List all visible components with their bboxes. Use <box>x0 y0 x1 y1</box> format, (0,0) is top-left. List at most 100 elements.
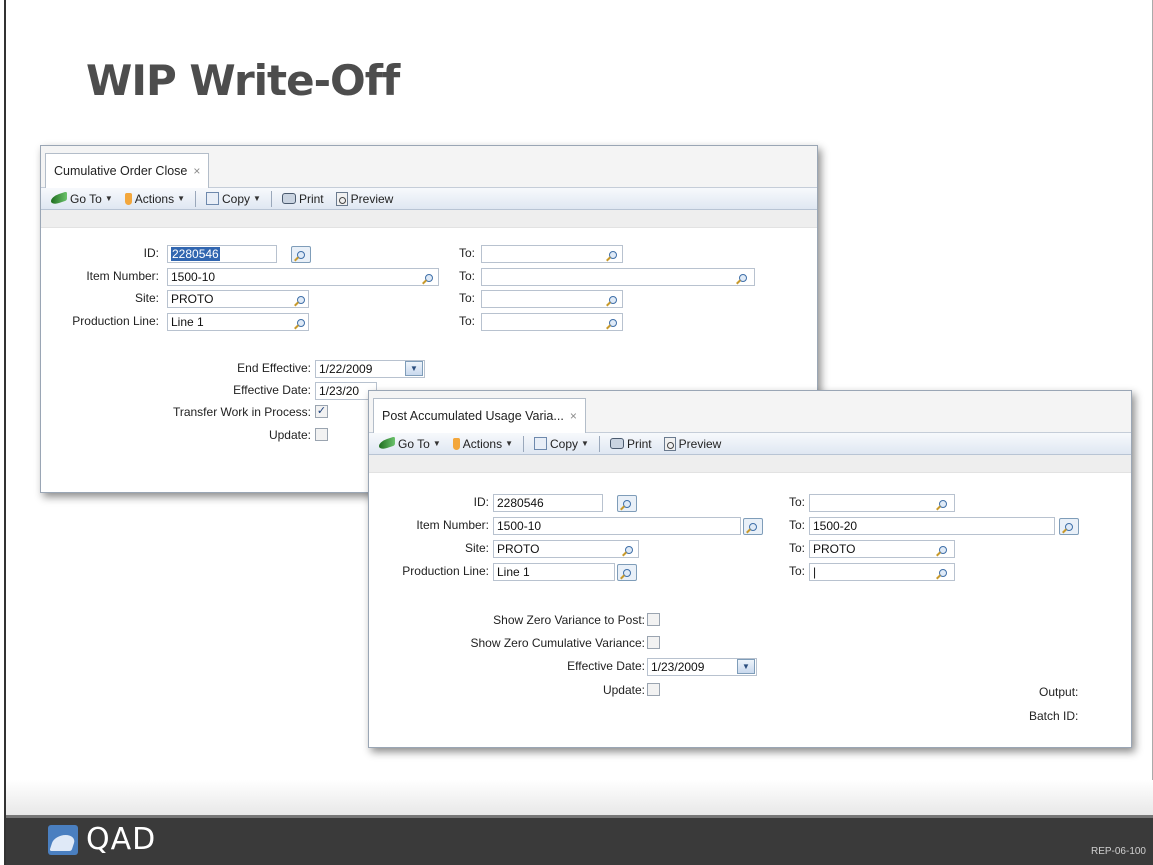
actions-button[interactable]: Actions ▼ <box>121 192 189 206</box>
search-icon <box>625 545 633 554</box>
preview-button[interactable]: Preview <box>660 436 726 451</box>
line-lookup-button[interactable] <box>617 564 637 581</box>
close-icon[interactable]: × <box>193 164 200 178</box>
actions-button[interactable]: Actions ▼ <box>449 437 517 451</box>
site-to-field[interactable] <box>481 290 623 308</box>
batch-id-label: Batch ID: <box>1029 709 1079 723</box>
production-line-field[interactable]: Line 1 <box>167 313 309 331</box>
tab-cumulative-order-close[interactable]: Cumulative Order Close × <box>45 153 210 188</box>
site-to-lookup-button[interactable] <box>933 541 953 558</box>
line-to-field[interactable] <box>481 313 623 331</box>
update-label: Update: <box>268 428 311 442</box>
preview-icon <box>663 436 676 451</box>
tab-strip: Post Accumulated Usage Varia... × <box>369 391 1131 433</box>
line-to-label: To: <box>459 314 476 328</box>
toolbar-separator <box>270 190 272 207</box>
show-zero-cumulative-variance-label: Show Zero Cumulative Variance: <box>470 636 645 650</box>
update-checkbox[interactable] <box>315 428 328 441</box>
close-icon[interactable]: × <box>570 409 577 423</box>
copy-button[interactable]: Copy ▼ <box>530 437 593 451</box>
chevron-down-icon: ▼ <box>104 194 113 203</box>
site-lookup-button[interactable] <box>291 291 311 308</box>
id-to-label: To: <box>459 246 476 260</box>
search-icon <box>739 273 747 282</box>
search-icon <box>609 295 617 304</box>
effective-date-label: Effective Date: <box>233 383 311 397</box>
id-field[interactable]: 2280546 <box>167 245 277 263</box>
line-to-lookup-button[interactable] <box>603 314 623 331</box>
chevron-down-icon: ▼ <box>253 194 261 203</box>
slide: WIP Write-Off Cumulative Order Close × G… <box>4 0 1153 865</box>
site-to-label: To: <box>459 291 476 305</box>
id-to-lookup-button[interactable] <box>933 495 953 512</box>
chevron-down-icon: ▼ <box>581 439 589 448</box>
calendar-dropdown-button[interactable]: ▼ <box>405 361 423 376</box>
line-lookup-button[interactable] <box>291 314 311 331</box>
search-icon <box>609 318 617 327</box>
output-label: Output: <box>1039 685 1079 699</box>
id-to-lookup-button[interactable] <box>603 246 623 263</box>
site-label: Site: <box>464 541 489 555</box>
calendar-dropdown-button[interactable]: ▼ <box>737 659 755 674</box>
item-lookup-button[interactable] <box>743 518 763 535</box>
copy-icon <box>206 192 220 205</box>
search-icon <box>1065 522 1073 531</box>
id-lookup-button[interactable] <box>291 246 311 263</box>
actions-icon <box>124 192 132 205</box>
site-lookup-button[interactable] <box>619 541 639 558</box>
printer-icon <box>281 193 296 204</box>
actions-icon <box>452 437 460 450</box>
print-label: Print <box>298 191 324 206</box>
item-number-field[interactable]: 1500-10 <box>493 517 741 535</box>
goto-button[interactable]: Go To ▼ <box>47 191 117 206</box>
line-to-lookup-button[interactable] <box>933 564 953 581</box>
id-label: ID: <box>473 495 489 509</box>
print-button[interactable]: Print <box>278 192 328 206</box>
show-zero-variance-post-checkbox[interactable] <box>647 613 660 626</box>
item-lookup-button[interactable] <box>419 269 439 286</box>
item-to-lookup-button[interactable] <box>1059 518 1079 535</box>
site-field[interactable]: PROTO <box>493 540 639 558</box>
item-to-field[interactable] <box>481 268 755 286</box>
item-number-label: Item Number: <box>86 269 159 283</box>
goto-label: Go To <box>70 191 102 206</box>
item-to-field[interactable]: 1500-20 <box>809 517 1055 535</box>
preview-button[interactable]: Preview <box>332 191 398 206</box>
site-field[interactable]: PROTO <box>167 290 309 308</box>
goto-button[interactable]: Go To ▼ <box>375 436 445 451</box>
search-icon <box>939 499 947 508</box>
qad-logo-text: QAD <box>86 822 157 857</box>
toolbar-separator <box>598 435 600 452</box>
tab-post-accumulated-usage-variance[interactable]: Post Accumulated Usage Varia... × <box>373 398 586 433</box>
effective-date-label: Effective Date: <box>567 659 645 673</box>
copy-label: Copy <box>550 436 579 451</box>
transfer-wip-checkbox[interactable]: ✓ <box>315 405 328 418</box>
search-icon <box>623 499 631 508</box>
tab-title: Cumulative Order Close <box>54 164 188 178</box>
item-number-field[interactable]: 1500-10 <box>167 268 439 286</box>
item-number-label: Item Number: <box>416 518 489 532</box>
id-to-field[interactable] <box>481 245 623 263</box>
print-button[interactable]: Print <box>606 437 656 451</box>
slide-title: WIP Write-Off <box>86 56 400 105</box>
tab-strip: Cumulative Order Close × <box>41 146 817 188</box>
site-to-lookup-button[interactable] <box>603 291 623 308</box>
site-to-label: To: <box>789 541 806 555</box>
show-zero-cumulative-variance-checkbox[interactable] <box>647 636 660 649</box>
id-lookup-button[interactable] <box>617 495 637 512</box>
toolbar-separator <box>523 435 525 452</box>
goto-arrow-icon <box>51 191 67 206</box>
tab-title: Post Accumulated Usage Varia... <box>382 409 564 423</box>
chevron-down-icon: ▼ <box>177 194 186 203</box>
update-checkbox[interactable] <box>647 683 660 696</box>
id-field[interactable]: 2280546 <box>493 494 603 512</box>
actions-label: Actions <box>134 191 175 206</box>
production-line-field[interactable]: Line 1 <box>493 563 615 581</box>
id-to-label: To: <box>789 495 806 509</box>
footer-bar <box>6 815 1153 865</box>
toolbar-separator <box>195 190 197 207</box>
copy-button[interactable]: Copy ▼ <box>202 192 265 206</box>
item-to-lookup-button[interactable] <box>733 269 753 286</box>
search-icon <box>939 568 947 577</box>
production-line-label: Production Line: <box>72 314 159 328</box>
